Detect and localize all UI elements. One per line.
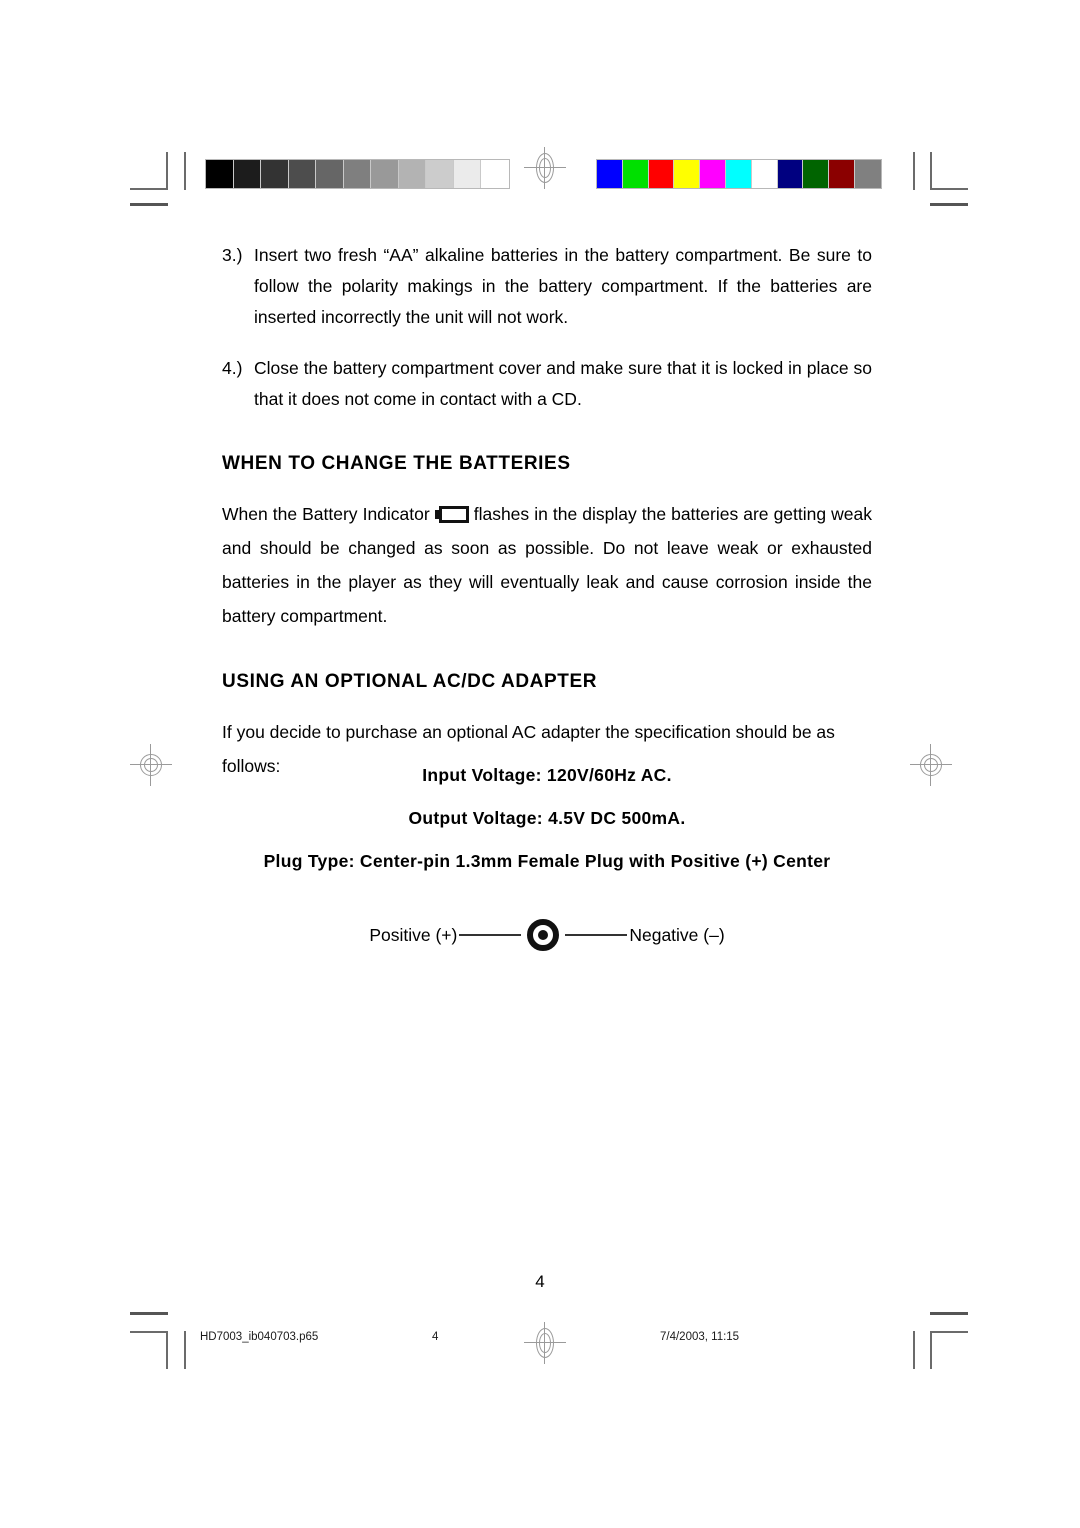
crop-dash-top-right [930, 203, 968, 206]
instruction-item-3: 3.) Insert two fresh “AA” alkaline batte… [222, 240, 872, 333]
registration-target-right-middle [908, 742, 954, 788]
crop-bleed-line-bottom-right [913, 1331, 915, 1369]
coaxial-plug-polarity-icon [523, 915, 563, 955]
grayscale-swatch [288, 160, 316, 188]
color-swatch [700, 160, 726, 188]
crop-mark-bottom-right-vertical [930, 1331, 932, 1369]
heading-using-optional-adapter: USING AN OPTIONAL AC/DC ADAPTER [222, 671, 598, 692]
grayscale-swatch [316, 160, 344, 188]
grayscale-swatch [453, 160, 481, 188]
battery-text-before-icon: When the Battery Indicator [222, 504, 430, 524]
heading-when-to-change-batteries: WHEN TO CHANGE THE BATTERIES [222, 453, 571, 474]
grayscale-swatch [371, 160, 399, 188]
footer-filename: HD7003_ib040703.p65 [200, 1331, 319, 1343]
registration-target-left-middle [128, 742, 174, 788]
registration-ring-inner [539, 1333, 551, 1353]
color-calibration-bar [596, 159, 882, 189]
registration-target-bottom-center [522, 1320, 568, 1366]
crop-bleed-line-bottom-left [184, 1331, 186, 1369]
polarity-lead-right [565, 934, 628, 936]
registration-ring-inner [539, 158, 551, 178]
battery-body-outline [438, 506, 469, 523]
instruction-number: 3.) [222, 245, 243, 265]
page-number: 4 [535, 1272, 545, 1291]
spec-output-voltage: Output Voltage: 4.5V DC 500mA. [408, 808, 686, 828]
instruction-item-4: 4.) Close the battery compartment cover … [222, 353, 872, 415]
grayscale-swatch [233, 160, 261, 188]
crop-mark-top-right-vertical [930, 152, 932, 190]
grayscale-swatch [261, 160, 289, 188]
crop-mark-top-left-vertical [166, 152, 168, 190]
instruction-text: Insert two fresh “AA” alkaline batteries… [254, 245, 872, 327]
battery-indicator-icon [434, 506, 469, 523]
instruction-number: 4.) [222, 358, 243, 378]
color-swatch [597, 160, 623, 188]
crop-dash-bottom-left [130, 1312, 168, 1315]
color-swatch [674, 160, 701, 188]
crop-mark-bottom-right-horizontal [930, 1331, 968, 1333]
paragraph-battery-indicator: When the Battery Indicator flashes in the… [222, 497, 872, 633]
spec-plug-type: Plug Type: Center-pin 1.3mm Female Plug … [263, 851, 831, 871]
crop-dash-bottom-right [930, 1312, 968, 1315]
registration-ring-inner [144, 758, 158, 772]
color-swatch [648, 160, 675, 188]
color-swatch [803, 160, 830, 188]
polarity-label-positive: Positive (+) [369, 924, 458, 945]
color-swatch [725, 160, 752, 188]
registration-ring-inner [924, 758, 938, 772]
grayscale-swatch [343, 160, 371, 188]
crop-mark-top-right-horizontal [930, 188, 968, 190]
polarity-label-negative: Negative (–) [629, 924, 725, 945]
adapter-specifications: Input Voltage: 120V/60Hz AC. Output Volt… [222, 765, 872, 872]
crop-mark-bottom-left-horizontal [130, 1331, 168, 1333]
color-swatch [777, 160, 804, 188]
color-swatch [829, 160, 855, 188]
crop-mark-bottom-left-vertical [166, 1331, 168, 1369]
page-body-content: 3.) Insert two fresh “AA” alkaline batte… [222, 240, 872, 783]
grayscale-swatch [481, 160, 509, 188]
footer-datetime: 7/4/2003, 11:15 [660, 1331, 740, 1343]
crop-mark-top-left-horizontal [130, 188, 168, 190]
crop-bleed-line-top-right [913, 152, 915, 190]
crop-dash-top-left [130, 203, 168, 206]
grayscale-calibration-bar [205, 159, 510, 189]
footer-page-number: 4 [432, 1331, 439, 1343]
crop-bleed-line-top-left [184, 152, 186, 190]
polarity-diagram: Positive (+) Negative (–) [222, 915, 872, 955]
document-page: 3.) Insert two fresh “AA” alkaline batte… [0, 0, 1080, 1528]
grayscale-swatch [206, 160, 234, 188]
color-swatch [854, 160, 881, 188]
grayscale-swatch [426, 160, 454, 188]
instruction-text: Close the battery compartment cover and … [254, 358, 872, 409]
color-swatch [622, 160, 649, 188]
polarity-lead-left [459, 934, 522, 936]
spec-input-voltage: Input Voltage: 120V/60Hz AC. [422, 765, 672, 785]
grayscale-swatch [398, 160, 426, 188]
registration-target-top-center [522, 145, 568, 191]
color-swatch [751, 160, 778, 188]
